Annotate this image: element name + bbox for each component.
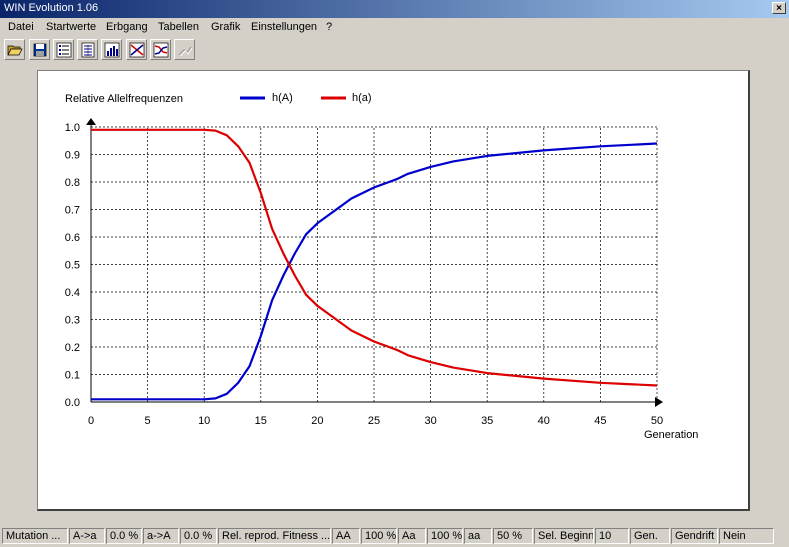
status-bar: Mutation ... A->a 0.0 % a->A 0.0 % Rel. …: [0, 527, 789, 547]
open-folder-button[interactable]: [4, 39, 25, 60]
status-gendrift-label: Gendrift: [671, 528, 718, 544]
menu-datei[interactable]: Datei: [8, 21, 34, 33]
chart-red-lines-icon: [129, 42, 145, 58]
status-fitness-aa-value: 50 %: [493, 528, 533, 544]
y-tick-label: 1.0: [65, 122, 80, 134]
window-title: WIN Evolution 1.06: [4, 2, 99, 14]
chart-grid: [91, 126, 658, 402]
status-fitness-aa-label: aa: [464, 528, 492, 544]
status-mutation-a-A-label: a->A: [143, 528, 179, 544]
x-tick-label: 50: [651, 415, 663, 427]
x-tick-label: 30: [424, 415, 436, 427]
y-axis-arrow: [86, 118, 96, 125]
chart-disabled-icon: [178, 46, 193, 57]
list-table-button[interactable]: [53, 39, 74, 60]
chart-axes: [86, 118, 663, 407]
y-tick-label: 0.3: [65, 315, 80, 327]
menu-help[interactable]: ?: [326, 21, 332, 33]
legend-label-ha: h(a): [352, 92, 372, 104]
chart-table-icon: [104, 42, 120, 58]
menu-einstellungen[interactable]: Einstellungen: [251, 21, 317, 33]
list-table-icon: [56, 42, 72, 58]
y-tick-labels: 0.0 0.1 0.2 0.3 0.4 0.5 0.6 0.7 0.8 0.9 1.0: [65, 122, 80, 409]
status-fitness-Aa-value: 100 %: [427, 528, 463, 544]
toolbar: [0, 38, 789, 62]
x-tick-label: 35: [481, 415, 493, 427]
y-tick-label: 0.4: [65, 287, 80, 299]
x-tick-label: 0: [88, 415, 94, 427]
status-mutation-A-a-value: 0.0 %: [106, 528, 142, 544]
data-table-icon: [81, 42, 95, 58]
status-mutation-a-A-value: 0.0 %: [180, 528, 217, 544]
allele-frequency-chart: Relative Allelfrequenzen h(A) h(a) 0.00.…: [65, 92, 699, 441]
y-tick-label: 0.8: [65, 177, 80, 189]
status-selection-start-label: Sel. Beginn: [534, 528, 594, 544]
x-tick-label: 5: [145, 415, 151, 427]
x-tick-label: 45: [594, 415, 606, 427]
legend-label-hA: h(A): [272, 92, 293, 104]
y-tick-label: 0.9: [65, 150, 80, 162]
status-gendrift-value: Nein: [719, 528, 774, 544]
y-tick-label: 0.5: [65, 260, 80, 272]
chart-title: Relative Allelfrequenzen: [65, 93, 183, 105]
status-fitness-AA-label: AA: [332, 528, 360, 544]
y-tick-label: 0.6: [65, 232, 80, 244]
y-tick-label: 0.7: [65, 205, 80, 217]
x-tick-labels: 0 5 10 15 20 25 30 35 40 45 50: [88, 415, 663, 427]
y-tick-label: 0.0: [65, 397, 80, 409]
x-tick-label: 20: [311, 415, 323, 427]
status-fitness-AA-value: 100 %: [361, 528, 397, 544]
x-tick-label: 25: [368, 415, 380, 427]
chart-two-lines-icon: [153, 42, 169, 58]
y-tick-label: 0.1: [65, 370, 80, 382]
x-tick-label: 10: [198, 415, 210, 427]
status-fitness[interactable]: Rel. reprod. Fitness ...: [218, 528, 331, 544]
close-button[interactable]: ×: [772, 2, 786, 14]
menu-bar: Datei Startwerte Erbgang Tabellen Grafik…: [0, 18, 789, 36]
chart-disabled-button[interactable]: [174, 39, 195, 60]
y-tick-label: 0.2: [65, 342, 80, 354]
menu-startwerte[interactable]: Startwerte: [46, 21, 96, 33]
chart-panel: Relative Allelfrequenzen h(A) h(a) 0.0 0.…: [37, 70, 750, 511]
status-mutation-A-a-label: A->a: [69, 528, 105, 544]
save-disk-icon: [33, 43, 47, 57]
chart-table-button[interactable]: [101, 39, 122, 60]
status-mutation[interactable]: Mutation ...: [2, 528, 68, 544]
status-fitness-Aa-label: Aa: [398, 528, 426, 544]
x-tick-label: 15: [255, 415, 267, 427]
status-selection-start-value: 10: [595, 528, 629, 544]
title-bar: WIN Evolution 1.06 ×: [0, 0, 789, 18]
status-generation-unit: Gen.: [630, 528, 670, 544]
data-table-button[interactable]: [77, 39, 98, 60]
chart-red-lines-button[interactable]: [126, 39, 147, 60]
menu-grafik[interactable]: Grafik: [211, 21, 240, 33]
x-tick-label: 40: [538, 415, 550, 427]
x-axis-arrow: [655, 397, 663, 407]
open-folder-icon: [7, 45, 23, 56]
x-axis-title: Generation: [644, 429, 698, 441]
menu-tabellen[interactable]: Tabellen: [158, 21, 199, 33]
chart-two-lines-button[interactable]: [150, 39, 171, 60]
menu-erbgang[interactable]: Erbgang: [106, 21, 148, 33]
save-button[interactable]: [29, 39, 50, 60]
